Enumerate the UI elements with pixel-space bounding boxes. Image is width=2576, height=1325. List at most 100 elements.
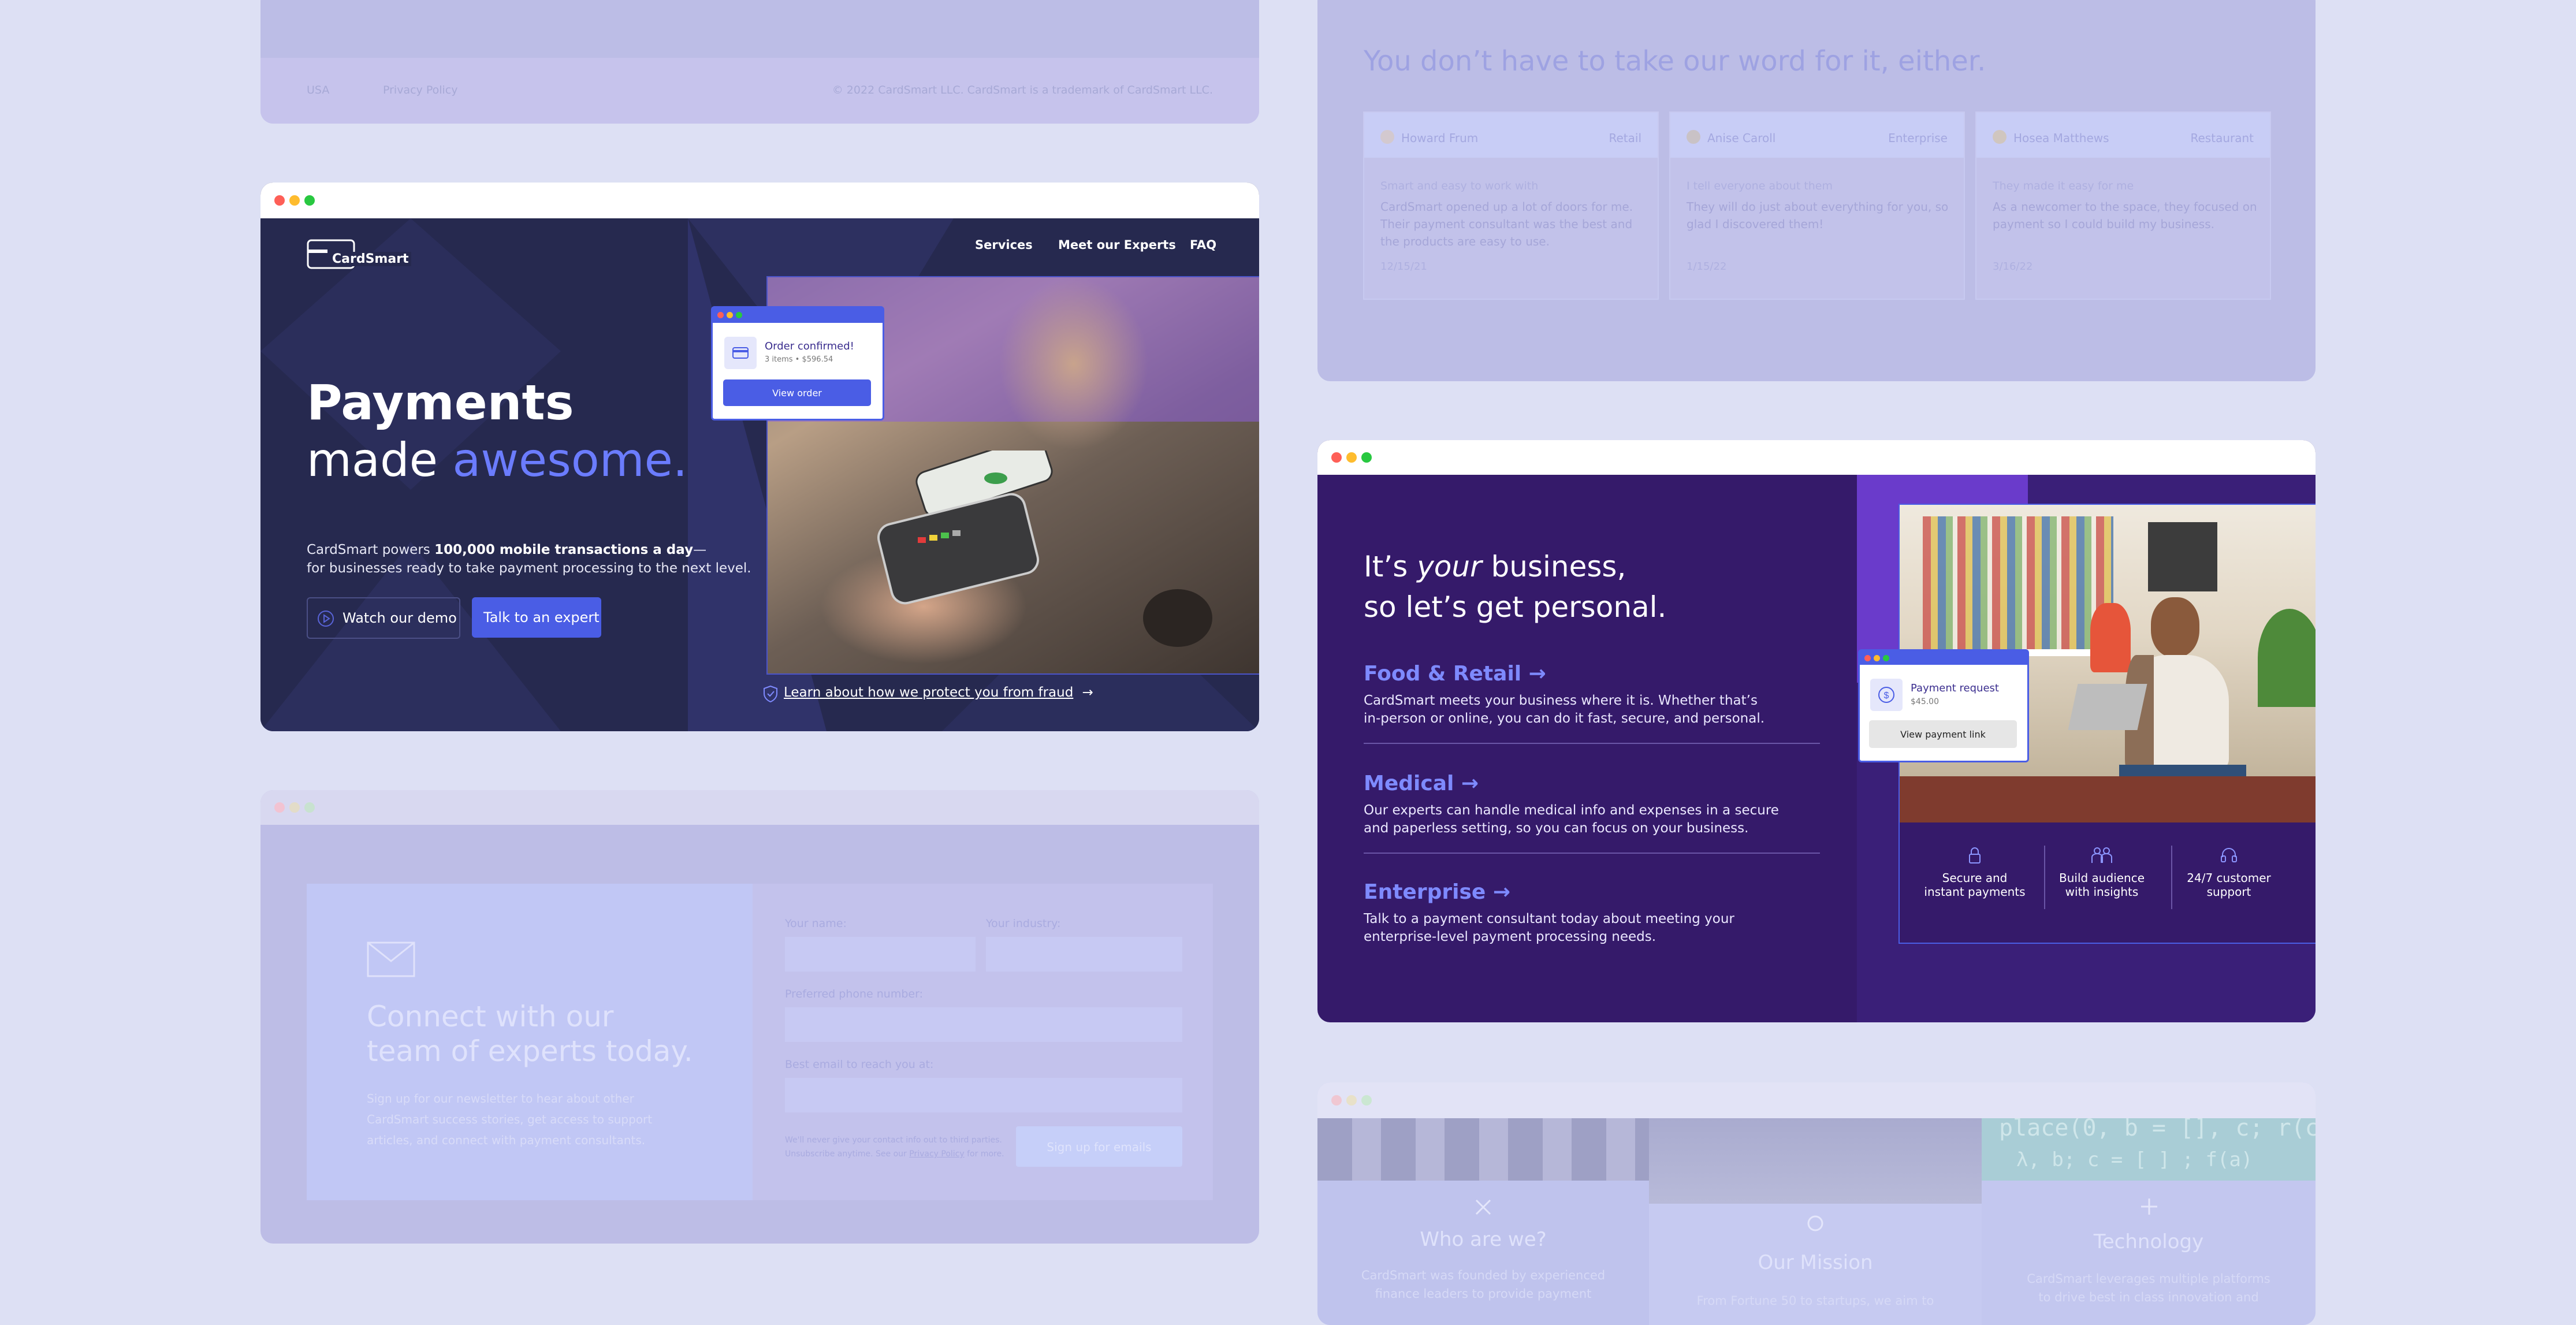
minimize-dot[interactable] [1346,1095,1357,1106]
text-line: CardSmart meets your business where it i… [1364,693,1758,708]
hero-title-made: made [307,433,453,487]
about-col-mission: Our Mission From Fortune 50 to startups,… [1649,1118,1982,1325]
divider [1364,743,1820,744]
feature-audience: Build audience with insights [2050,846,2154,899]
hero-description: CardSmart powers 100,000 mobile transact… [307,541,751,578]
feature-text: 24/7 customer [2187,871,2271,885]
order-confirmed-popup: Order confirmed! 3 items • $596.54 View … [711,306,884,420]
fine-line: We'll never give your contact info out t… [785,1136,1002,1145]
audience-icon [2091,847,2112,863]
industry-input[interactable] [986,937,1182,972]
payment-request-popup: $ Payment request $45.00 View payment li… [1858,649,2029,762]
testimonial-date: 12/15/21 [1380,260,1427,273]
heading-em: your [1417,550,1482,583]
privacy-policy-link[interactable]: Privacy Policy [909,1149,964,1159]
footer-copyright: © 2022 CardSmart LLC. CardSmart is a tra… [832,84,1213,96]
window-titlebar [1317,440,2316,475]
maximize-dot[interactable] [304,195,315,206]
divider [1364,853,1820,854]
nav-meet-experts[interactable]: Meet our Experts [1058,238,1176,252]
cardsmart-logo[interactable]: CardSmart [307,239,411,271]
personal-window: It’s your business, so let’s get persona… [1317,440,2316,1022]
avatar [1993,130,2007,144]
features-strip: Secure and instant payments Build audien… [1899,822,2316,944]
text-line: to drive best in class innovation and [2038,1290,2259,1304]
text-line: Our experts can handle medical info and … [1364,803,1779,818]
close-dot[interactable] [1331,452,1342,463]
about-col-technology: place(0, b = [], c; r(c), l= λ, b; c = [… [1982,1118,2316,1325]
minimize-dot[interactable] [289,195,300,206]
about-title: Our Mission [1758,1251,1873,1274]
window-titlebar [260,790,1259,825]
minimize-dot[interactable] [1346,452,1357,463]
close-dot[interactable] [274,195,285,206]
about-text: CardSmart leverages multiple platforms to… [1982,1270,2316,1307]
talk-expert-button[interactable]: Talk to an expert [472,597,601,638]
enterprise-link[interactable]: Enterprise → [1364,880,1510,904]
label-name: Your name: [785,917,847,930]
hero-window: CardSmart Services Meet our Experts FAQ … [260,183,1259,731]
text-line: and paperless setting, so you can focus … [1364,821,1749,836]
medical-link[interactable]: Medical → [1364,772,1479,795]
payment-amount: $45.00 [1911,697,1939,706]
about-col-who: Who are we? CardSmart was founded by exp… [1317,1118,1649,1325]
contact-left-panel: Connect with our team of experts today. S… [307,884,753,1200]
text-line: CardSmart was founded by experienced [1361,1268,1606,1282]
text-line: Talk to a payment consultant today about… [1364,911,1734,926]
testimonials-card: You don’t have to take our word for it, … [1317,0,2316,381]
maximize-dot[interactable] [1361,452,1372,463]
footer-country[interactable]: USA [307,84,329,96]
divider [2171,846,2172,909]
maximize-dot[interactable] [1361,1095,1372,1106]
maximize-dot[interactable] [304,802,315,813]
footer-privacy-link[interactable]: Privacy Policy [383,84,457,96]
heading-part: It’s [1364,550,1417,583]
signup-button[interactable]: Sign up for emails [1016,1126,1182,1167]
arrow-right-icon: → [1082,685,1093,700]
text-line: finance leaders to provide payment [1375,1287,1592,1301]
view-payment-link-button[interactable]: View payment link [1869,720,2017,748]
feature-text: with insights [2065,885,2139,899]
headset-icon [2221,848,2237,862]
desc-bold: 100,000 mobile transactions a day [434,542,694,557]
avatar [1687,130,1700,144]
close-dot[interactable] [1331,1095,1342,1106]
heading-part: business, [1481,550,1626,583]
feature-text: Secure and [1942,871,2008,885]
heading-line: team of experts today. [367,1034,693,1068]
testimonials-heading: You don’t have to take our word for it, … [1364,45,1986,77]
text-line: CardSmart leverages multiple platforms [2027,1272,2270,1286]
view-order-button[interactable]: View order [723,379,871,406]
about-title: Who are we? [1420,1228,1547,1251]
contact-description: Sign up for our newsletter to hear about… [367,1088,652,1151]
text-line: in-person or online, you can do it fast,… [1364,711,1765,726]
signup-label: Sign up for emails [1047,1140,1152,1154]
contact-window: Connect with our team of experts today. S… [260,790,1259,1244]
testimonial-card-2: Anise Caroll Enterprise I tell everyone … [1669,111,1965,300]
hero-title-awesome: awesome. [452,433,688,487]
desc-line2: for businesses ready to take payment pro… [307,561,751,576]
view-payment-link-label: View payment link [1900,729,1986,740]
phone-input[interactable] [785,1007,1182,1042]
close-dot[interactable] [274,802,285,813]
talk-expert-label: Talk to an expert [483,609,600,626]
food-retail-link[interactable]: Food & Retail → [1364,662,1546,686]
fraud-link[interactable]: Learn about how we protect you from frau… [763,685,1093,702]
email-input[interactable] [785,1078,1182,1112]
desc-dash: — [693,542,707,557]
nav-services[interactable]: Services [975,238,1033,252]
payment-title: Payment request [1911,682,1999,694]
watch-demo-button[interactable]: Watch our demo [307,597,460,639]
minimize-dot[interactable] [289,802,300,813]
lock-icon [1969,847,1981,864]
code-photo: place(0, b = [], c; r(c), l= λ, b; c = [… [1982,1118,2316,1181]
window-titlebar [260,183,1259,218]
contact-heading: Connect with our team of experts today. [367,999,693,1069]
order-title: Order confirmed! [765,340,854,352]
testimonial-card-1: Howard Frum Retail Smart and easy to wor… [1363,111,1659,300]
expand-icon [1475,1199,1491,1215]
name-input[interactable] [785,937,976,972]
hero-title-line1: Payments [307,374,574,431]
nav-faq[interactable]: FAQ [1190,238,1216,252]
shield-icon [764,685,777,702]
